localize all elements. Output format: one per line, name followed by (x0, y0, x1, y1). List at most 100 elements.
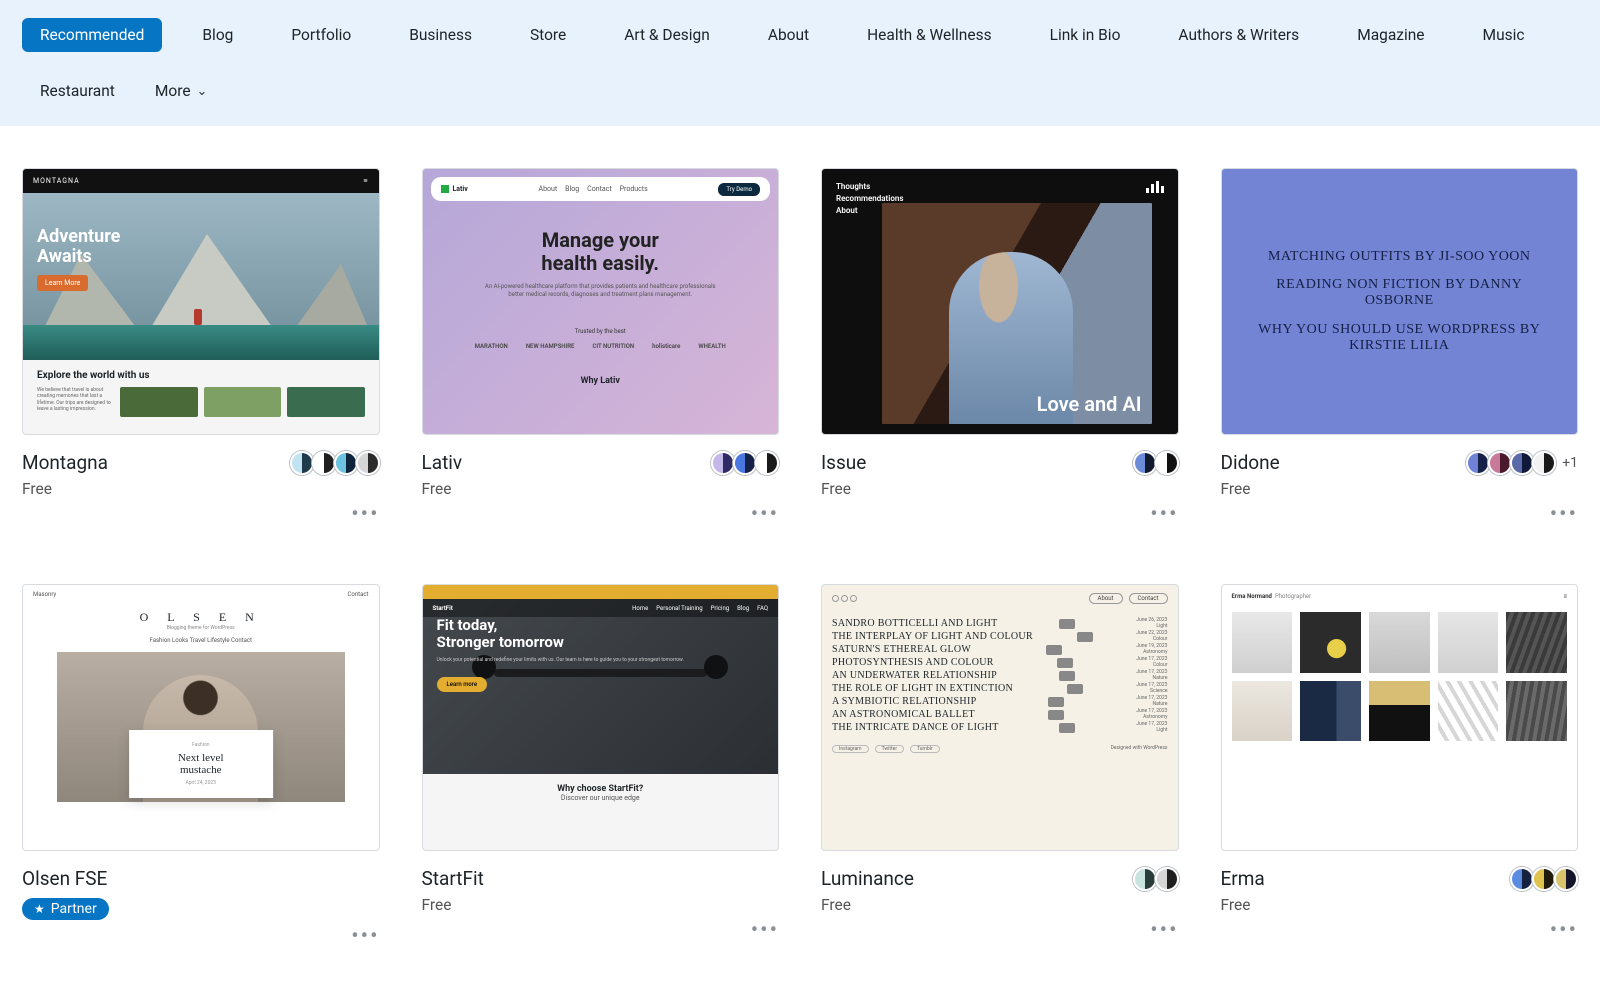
theme-card-didone: MATCHING OUTFITS BY JI-SOO YOON READING … (1221, 168, 1579, 526)
theme-grid: MONTAGNA≡ Adventure Awaits Learn More Ex… (0, 126, 1600, 1008)
hamburger-icon: ≡ (363, 177, 368, 185)
more-options-icon[interactable]: ••• (751, 920, 779, 942)
thumb-headline: WHY YOU SHOULD USE WORDPRESS BY KIRSTIE … (1248, 322, 1552, 354)
theme-card-erma: Erma Normand Photographer ≡ Erma Free ••… (1221, 584, 1579, 948)
theme-thumbnail[interactable]: StartFit Home Personal Training Pricing … (422, 584, 780, 851)
color-swatches (1470, 451, 1556, 475)
thumb-brand: MONTAGNA (33, 177, 80, 185)
filter-about[interactable]: About (750, 18, 827, 52)
theme-card-olsen-fse: MasonryContact O L S E N Blogging theme … (22, 584, 380, 948)
theme-thumbnail[interactable]: MasonryContact O L S E N Blogging theme … (22, 584, 380, 851)
thumb-brand: StartFit (433, 605, 453, 612)
theme-thumbnail[interactable]: Erma Normand Photographer ≡ (1221, 584, 1579, 851)
more-options-icon[interactable]: ••• (351, 504, 379, 526)
thumb-trusted: Trusted by the best (423, 328, 779, 335)
thumb-headline: READING NON FICTION BY DANNY OSBORNE (1248, 277, 1552, 309)
filter-art-design[interactable]: Art & Design (606, 18, 728, 52)
theme-thumbnail[interactable]: MONTAGNA≡ Adventure Awaits Learn More Ex… (22, 168, 380, 435)
thumb-headline: Manage your health easily. (423, 229, 779, 275)
color-swatch[interactable] (356, 451, 380, 475)
filter-restaurant[interactable]: Restaurant (22, 74, 133, 108)
filter-more-label: More (155, 82, 191, 100)
filter-link-in-bio[interactable]: Link in Bio (1032, 18, 1139, 52)
color-swatch[interactable] (1510, 867, 1534, 891)
filter-recommended[interactable]: Recommended (22, 18, 162, 52)
thumb-brand: Erma Normand (1232, 593, 1272, 600)
color-swatch[interactable] (1554, 867, 1578, 891)
filter-blog[interactable]: Blog (184, 18, 251, 52)
color-swatch[interactable] (711, 451, 735, 475)
thumb-why: Why Lativ (423, 376, 779, 386)
color-swatch[interactable] (1532, 451, 1556, 475)
theme-name[interactable]: Montagna (22, 451, 108, 474)
theme-card-issue: Thoughts Recommendations About Love and … (821, 168, 1179, 526)
color-swatch[interactable] (1488, 451, 1512, 475)
color-swatch[interactable] (1133, 451, 1157, 475)
filter-authors-writers[interactable]: Authors & Writers (1160, 18, 1317, 52)
bars-icon (1146, 181, 1164, 193)
filter-portfolio[interactable]: Portfolio (273, 18, 369, 52)
star-icon: ★ (34, 902, 45, 916)
thumb-nav: Fashion Looks Travel Lifestyle Contact (23, 637, 379, 644)
filter-more[interactable]: More ⌄ (155, 82, 208, 100)
more-options-icon[interactable]: ••• (1550, 920, 1578, 942)
thumb-tagline: Blogging theme for WordPress (23, 625, 379, 631)
color-swatch[interactable] (312, 451, 336, 475)
theme-name[interactable]: Luminance (821, 867, 914, 890)
color-swatches (1514, 867, 1578, 891)
color-swatch[interactable] (334, 451, 358, 475)
theme-price: Free (821, 896, 914, 914)
theme-name[interactable]: Issue (821, 451, 866, 474)
theme-price: Free (422, 896, 484, 914)
theme-name[interactable]: Olsen FSE (22, 867, 109, 890)
theme-card-startfit: StartFit Home Personal Training Pricing … (422, 584, 780, 948)
color-swatch[interactable] (1532, 867, 1556, 891)
theme-price: Free (22, 480, 108, 498)
theme-price: Free (821, 480, 866, 498)
thumb-sub: An AI-powered healthcare platform that p… (479, 283, 723, 300)
color-swatches (1137, 451, 1179, 475)
partner-badge: ★ Partner (22, 898, 109, 920)
color-swatches (294, 451, 380, 475)
theme-name[interactable]: Didone (1221, 451, 1280, 474)
filter-music[interactable]: Music (1465, 18, 1543, 52)
color-swatches (715, 451, 779, 475)
partner-label: Partner (51, 901, 97, 917)
filter-store[interactable]: Store (512, 18, 584, 52)
chevron-down-icon: ⌄ (197, 84, 208, 99)
thumb-brand: Lativ (453, 185, 468, 193)
thumb-caption: Love and AI (1037, 392, 1142, 416)
more-options-icon[interactable]: ••• (351, 926, 379, 948)
color-swatch[interactable] (1466, 451, 1490, 475)
theme-name[interactable]: StartFit (422, 867, 484, 890)
thumb-sub: Explore the world with us (23, 360, 379, 387)
theme-thumbnail[interactable]: AboutContact SANDRO BOTTICELLI AND LIGHT… (821, 584, 1179, 851)
more-options-icon[interactable]: ••• (751, 504, 779, 526)
theme-card-montagna: MONTAGNA≡ Adventure Awaits Learn More Ex… (22, 168, 380, 526)
theme-price: Free (1221, 480, 1280, 498)
thumb-why: Why choose StartFit? (423, 784, 779, 794)
thumb-sub: Unlock your potential and redefine your … (437, 657, 686, 664)
color-swatch[interactable] (1510, 451, 1534, 475)
theme-name[interactable]: Erma (1221, 867, 1265, 890)
thumb-cta: Try Demo (718, 183, 760, 196)
more-options-icon[interactable]: ••• (1550, 504, 1578, 526)
color-swatch[interactable] (733, 451, 757, 475)
color-swatch[interactable] (755, 451, 779, 475)
thumb-cta: Learn more (437, 677, 488, 692)
theme-thumbnail[interactable]: MATCHING OUTFITS BY JI-SOO YOON READING … (1221, 168, 1579, 435)
filter-business[interactable]: Business (391, 18, 490, 52)
color-swatch[interactable] (1155, 867, 1179, 891)
theme-thumbnail[interactable]: Thoughts Recommendations About Love and … (821, 168, 1179, 435)
color-swatch[interactable] (1133, 867, 1157, 891)
color-swatch[interactable] (1155, 451, 1179, 475)
color-swatches (1137, 867, 1179, 891)
color-swatch[interactable] (290, 451, 314, 475)
theme-thumbnail[interactable]: Lativ AboutBlogContactProducts Try Demo … (422, 168, 780, 435)
more-options-icon[interactable]: ••• (1150, 920, 1178, 942)
more-options-icon[interactable]: ••• (1150, 504, 1178, 526)
filter-health-wellness[interactable]: Health & Wellness (849, 18, 1009, 52)
theme-name[interactable]: Lativ (422, 451, 463, 474)
filter-magazine[interactable]: Magazine (1339, 18, 1442, 52)
more-swatches[interactable]: +1 (1562, 455, 1578, 471)
